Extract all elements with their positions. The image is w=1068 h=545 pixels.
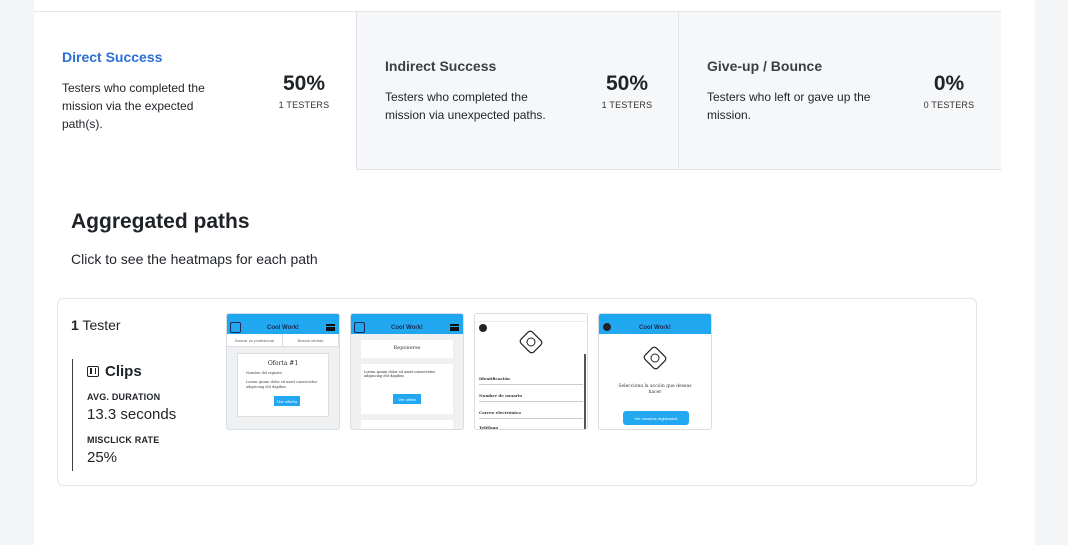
film-icon bbox=[87, 366, 99, 377]
app-title: Cool Work! bbox=[391, 324, 423, 331]
offer-line: Lorem ipsum dolor sit amet consectetur a… bbox=[246, 380, 318, 389]
app-bar: Cool Work! bbox=[599, 321, 711, 334]
app-logo-icon bbox=[354, 322, 365, 333]
menu-icon bbox=[450, 324, 459, 331]
indirect-success-percent: 50% bbox=[605, 72, 649, 95]
status-bar bbox=[227, 314, 339, 321]
app-bar: Cool Work! bbox=[227, 321, 339, 334]
offer-title: Oferta #1 bbox=[267, 360, 299, 367]
back-icon bbox=[603, 323, 611, 331]
thumb-button: Ver oferta bbox=[393, 394, 421, 404]
handshake-logo-icon bbox=[643, 346, 667, 370]
app-bar: Cool Work! bbox=[351, 321, 463, 334]
aggregated-paths-heading: Aggregated paths bbox=[71, 210, 250, 233]
indirect-success-testers: 1 TESTERS bbox=[601, 100, 653, 110]
scrollbar bbox=[584, 354, 586, 429]
misclick-rate-value: 25% bbox=[87, 449, 118, 466]
thumb-heading: Reponerse bbox=[393, 345, 421, 351]
thumb-input: Reponerse bbox=[361, 340, 453, 358]
path-card[interactable]: 1 Tester Clips AVG. DURATION 13.3 second… bbox=[57, 298, 977, 486]
direct-success-testers: 1 TESTERS bbox=[278, 100, 330, 110]
path-step-thumbnail-1[interactable]: Cool Work! Buscar un profesional Buscar … bbox=[226, 313, 340, 430]
status-bar bbox=[475, 314, 587, 322]
aggregated-paths-subtitle: Click to see the heatmaps for each path bbox=[71, 251, 318, 267]
giveup-bounce-percent: 0% bbox=[933, 72, 965, 95]
clips-label: Clips bbox=[105, 363, 142, 380]
offer-button: Ver oferta bbox=[274, 396, 300, 406]
field-phone: Teléfono bbox=[479, 425, 499, 430]
direct-success-percent: 50% bbox=[282, 72, 326, 95]
thumb-prompt: Selecciona la acción que deseas hacer bbox=[618, 384, 692, 395]
offer-line: Nombre del registro bbox=[246, 371, 283, 375]
app-logo-icon bbox=[230, 322, 241, 333]
giveup-bounce-testers: 0 TESTERS bbox=[923, 100, 975, 110]
handshake-logo-icon bbox=[519, 330, 543, 354]
divider bbox=[479, 401, 583, 402]
path-step-thumbnail-4[interactable]: Cool Work! Selecciona la acción que dese… bbox=[598, 313, 712, 430]
thumb-button: Ver usuarios registrados bbox=[623, 411, 689, 425]
path-tester-count: 1 Tester bbox=[71, 317, 121, 333]
thumb-tab-find-offers: Buscar ofertas bbox=[283, 334, 339, 346]
path-step-thumbnail-3[interactable]: Identificación Nombre de usuario Correo … bbox=[474, 313, 588, 430]
app-title: Cool Work! bbox=[639, 324, 671, 331]
outcome-summary: Direct Success Testers who completed the… bbox=[34, 11, 1001, 170]
thumb-body: Reponerse Lorem ipsum dolor sit amet con… bbox=[351, 334, 463, 429]
direct-success-description: Testers who completed the mission via th… bbox=[62, 81, 205, 131]
giveup-bounce-title: Give-up / Bounce bbox=[707, 58, 823, 74]
thumb-line: Lorem ipsum dolor sit amet consectetur a… bbox=[364, 370, 436, 378]
thumb-card bbox=[361, 420, 453, 429]
field-identification: Identificación bbox=[479, 376, 510, 381]
status-bar bbox=[351, 314, 463, 321]
thumb-tab-find-professional: Buscar un profesional bbox=[227, 334, 283, 346]
divider bbox=[479, 384, 583, 385]
avg-duration-label: AVG. DURATION bbox=[87, 392, 161, 402]
giveup-bounce-description: Testers who left or gave up the mission. bbox=[707, 90, 871, 122]
avg-duration-value: 13.3 seconds bbox=[87, 406, 177, 423]
direct-success-title: Direct Success bbox=[62, 49, 163, 65]
thumb-tabs: Buscar un profesional Buscar ofertas bbox=[227, 334, 339, 347]
direct-success-card[interactable]: Direct Success Testers who completed the… bbox=[34, 12, 356, 170]
tester-count-number: 1 bbox=[71, 317, 79, 333]
thumb-form: Lorem ipsum dolor sit amet consectetur a… bbox=[361, 364, 453, 414]
misclick-rate-label: MISCLICK RATE bbox=[87, 435, 160, 445]
indirect-success-card[interactable]: Indirect Success Testers who completed t… bbox=[356, 12, 678, 170]
tester-count-label: Tester bbox=[82, 317, 121, 333]
field-username: Nombre de usuario bbox=[479, 393, 523, 398]
menu-icon bbox=[326, 324, 335, 331]
clips-heading[interactable]: Clips bbox=[87, 363, 227, 380]
giveup-bounce-card[interactable]: Give-up / Bounce Testers who left or gav… bbox=[678, 12, 1001, 170]
divider bbox=[479, 418, 583, 419]
indirect-success-description: Testers who completed the mission via un… bbox=[385, 90, 546, 122]
field-email: Correo electrónico bbox=[479, 410, 521, 415]
thumb-body: Oferta #1 Nombre del registro Lorem ipsu… bbox=[227, 347, 339, 429]
main-content: Direct Success Testers who completed the… bbox=[34, 0, 1035, 545]
offer-card: Oferta #1 Nombre del registro Lorem ipsu… bbox=[237, 353, 329, 417]
indirect-success-title: Indirect Success bbox=[385, 58, 497, 74]
back-icon bbox=[479, 324, 487, 332]
app-title: Cool Work! bbox=[267, 324, 299, 331]
clips-panel: Clips AVG. DURATION 13.3 seconds MISCLIC… bbox=[72, 359, 227, 471]
path-step-thumbnail-2[interactable]: Cool Work! Reponerse Lorem ipsum dolor s… bbox=[350, 313, 464, 430]
status-bar bbox=[599, 314, 711, 321]
